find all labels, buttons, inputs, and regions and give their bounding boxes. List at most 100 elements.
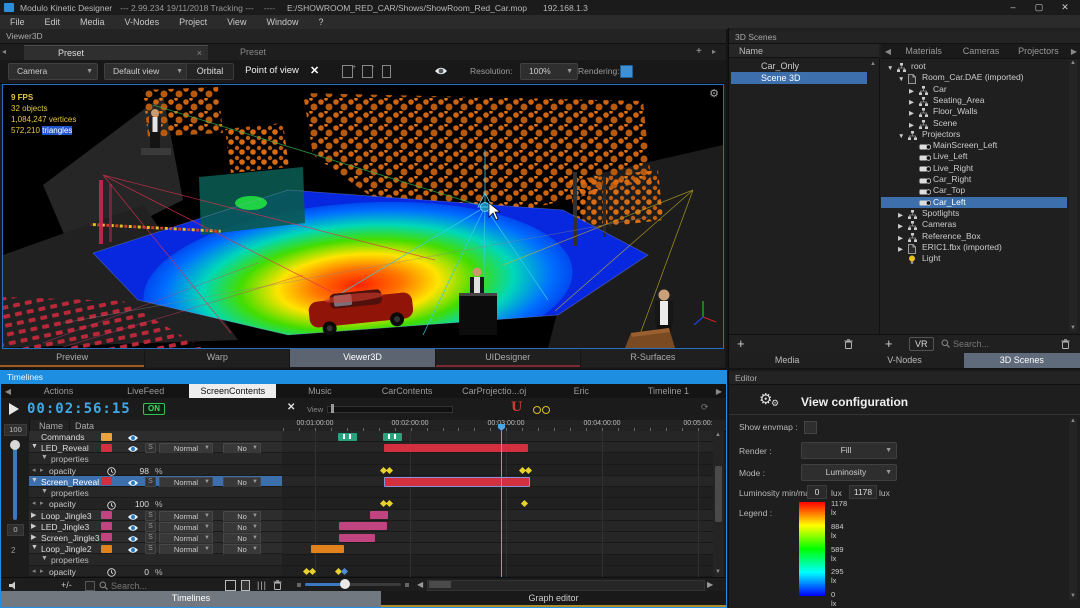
bottom-tab-grapheditor[interactable]: Graph editor <box>381 591 726 607</box>
tab-projectors[interactable]: Projectors <box>1010 46 1067 56</box>
solo-toggle[interactable]: S <box>145 544 156 554</box>
layout-split-add-icon[interactable]: + <box>342 65 353 78</box>
play-button[interactable] <box>9 403 19 415</box>
timeline-clip[interactable] <box>383 433 402 441</box>
camera-dropdown[interactable]: Camera▼ <box>8 63 98 80</box>
timeline-tab-music[interactable]: Music <box>276 384 363 398</box>
collapse-icon[interactable]: ▼ <box>41 488 48 495</box>
timeline-ruler[interactable]: 00:01:00:0000:02:00:0000:03:00:0000:04:0… <box>282 420 713 431</box>
hscroll-thumb[interactable] <box>429 581 451 588</box>
scroll-up-icon[interactable]: ▲ <box>715 432 721 438</box>
track-row-opacity[interactable]: ◂▸opacity98% <box>29 465 282 476</box>
add-scene-icon[interactable]: + <box>737 336 745 351</box>
tabs-right-arrow-icon[interactable]: ▶ <box>1067 47 1080 56</box>
next-key-icon[interactable]: ▸ <box>40 466 44 474</box>
menu-view[interactable]: View <box>217 15 256 29</box>
zoom-out-icon[interactable] <box>297 583 301 587</box>
preset-tab-2[interactable]: Preset <box>206 45 352 60</box>
expand-arrows-icon[interactable]: ✕ <box>310 64 319 77</box>
menu-media[interactable]: Media <box>70 15 115 29</box>
eye-icon[interactable] <box>127 533 139 543</box>
clock-icon[interactable] <box>107 466 116 476</box>
tree-item-car[interactable]: ▶Car <box>881 84 1067 95</box>
zoom-slider-handle[interactable] <box>340 579 350 589</box>
opacity-value[interactable]: 98 <box>129 466 149 476</box>
mode-dropdown[interactable]: Luminosity▼ <box>801 464 897 481</box>
viewer-tab-preview[interactable]: Preview <box>0 349 144 367</box>
collapse-icon[interactable]: ▼ <box>41 555 48 562</box>
close-button[interactable]: ✕ <box>1052 0 1078 15</box>
collapse-icon[interactable]: ▼ <box>41 454 48 461</box>
preset-next-icon[interactable]: ▸ <box>712 47 716 56</box>
tree-item-cartop[interactable]: Car_Top <box>881 185 1067 196</box>
menu-project[interactable]: Project <box>169 15 217 29</box>
tree-item-liveright[interactable]: Live_Right <box>881 163 1067 174</box>
document-icon[interactable] <box>241 580 250 591</box>
timeline-lane[interactable] <box>282 453 713 464</box>
scenes-bottom-tab-3dscenes[interactable]: 3D Scenes <box>964 353 1080 368</box>
editor-scroll-up-icon[interactable]: ▲ <box>1070 418 1076 424</box>
track-row-opacity[interactable]: ◂▸opacity100% <box>29 498 282 509</box>
menu-edit[interactable]: Edit <box>35 15 71 29</box>
filter-checkbox[interactable] <box>85 581 95 591</box>
maximize-button[interactable]: ▢ <box>1026 0 1052 15</box>
render-dropdown[interactable]: Fill▼ <box>801 442 897 459</box>
tree-item-root[interactable]: ▼root <box>881 61 1067 72</box>
timeline-lane[interactable] <box>282 555 713 566</box>
tree-scrollbar[interactable] <box>1069 60 1077 332</box>
lanes-vertical-scrollbar[interactable]: ▲ ▼ <box>713 431 724 577</box>
timeline-clip[interactable] <box>370 511 388 519</box>
track-color-swatch[interactable] <box>101 511 112 519</box>
track-color-swatch[interactable] <box>101 444 112 452</box>
resolution-dropdown[interactable]: 100%▼ <box>520 63 578 80</box>
viewer-tab-viewer3d[interactable]: Viewer3D <box>290 349 434 367</box>
track-row-screen-reveal[interactable]: ▼Screen_RevealSNormal▼No▼ <box>29 476 282 487</box>
track-row-loop-jingle3[interactable]: ▶Loop_Jingle3SNormal▼No▼ <box>29 510 282 521</box>
refresh-icon[interactable]: ⟳ <box>701 402 709 413</box>
timeline-lanes[interactable] <box>282 431 713 577</box>
track-color-swatch[interactable] <box>101 433 112 441</box>
scrollbar-thumb[interactable] <box>715 466 722 522</box>
glasses-icon[interactable] <box>542 406 550 414</box>
on-badge[interactable]: ON <box>143 403 165 415</box>
collapse-icon[interactable]: ▼ <box>31 477 38 484</box>
export-icon[interactable] <box>225 580 236 591</box>
scene-list-name-header[interactable]: Name <box>729 44 879 58</box>
hscroll-left-icon[interactable]: ◀ <box>417 580 423 589</box>
track-row-led-jingle3[interactable]: ▶LED_Jingle3SNormal▼No▼ <box>29 521 282 532</box>
eye-icon[interactable] <box>434 66 448 76</box>
add-remove-track-button[interactable]: +/- <box>61 580 72 590</box>
track-row-properties[interactable]: ▼properties <box>29 453 282 464</box>
tree-scroll-up-icon[interactable]: ▲ <box>1070 60 1076 66</box>
scenes-bottom-tab-media[interactable]: Media <box>729 353 845 368</box>
track-search-input[interactable]: Search... <box>111 581 147 591</box>
view-slider[interactable] <box>327 406 453 413</box>
tree-item-referencebox[interactable]: ▶Reference_Box <box>881 231 1067 242</box>
solo-toggle[interactable]: S <box>145 477 156 487</box>
timeline-clip[interactable] <box>311 545 344 553</box>
tree-item-spotlights[interactable]: ▶Spotlights <box>881 208 1067 219</box>
tree-item-eric1fbximported[interactable]: ▶ERIC1.fbx (imported) <box>881 242 1067 253</box>
track-row-commands[interactable]: Commands <box>29 431 282 442</box>
track-row-loop-jingle2[interactable]: ▼Loop_Jingle2SNormal▼No▼ <box>29 543 282 554</box>
prev-key-icon[interactable]: ◂ <box>32 499 36 507</box>
add-object-icon[interactable]: + <box>885 336 893 351</box>
scroll-down-icon[interactable]: ▼ <box>715 569 721 575</box>
menu-vnodes[interactable]: V-Nodes <box>115 15 170 29</box>
timeline-lane[interactable] <box>282 465 713 476</box>
timeline-clip[interactable] <box>384 444 528 452</box>
tree-item-mainscreenleft[interactable]: MainScreen_Left <box>881 140 1067 151</box>
tree-item-liveleft[interactable]: Live_Left <box>881 151 1067 162</box>
luminosity-max-input[interactable]: 1178 <box>849 485 877 499</box>
menu-help[interactable]: ? <box>308 15 333 29</box>
timeline-tabs-right-icon[interactable]: ▶ <box>712 387 726 396</box>
tab-cameras[interactable]: Cameras <box>952 46 1009 56</box>
timeline-clip[interactable] <box>339 522 387 530</box>
rail-slider-track[interactable] <box>13 440 17 520</box>
viewport-settings-gear-icon[interactable]: ⚙ <box>709 87 719 100</box>
column-name-header[interactable]: Name <box>39 421 63 431</box>
track-color-swatch[interactable] <box>101 545 112 553</box>
timeline-lane[interactable] <box>282 543 713 554</box>
clock-icon[interactable] <box>107 567 116 577</box>
playhead-line[interactable] <box>501 431 502 577</box>
